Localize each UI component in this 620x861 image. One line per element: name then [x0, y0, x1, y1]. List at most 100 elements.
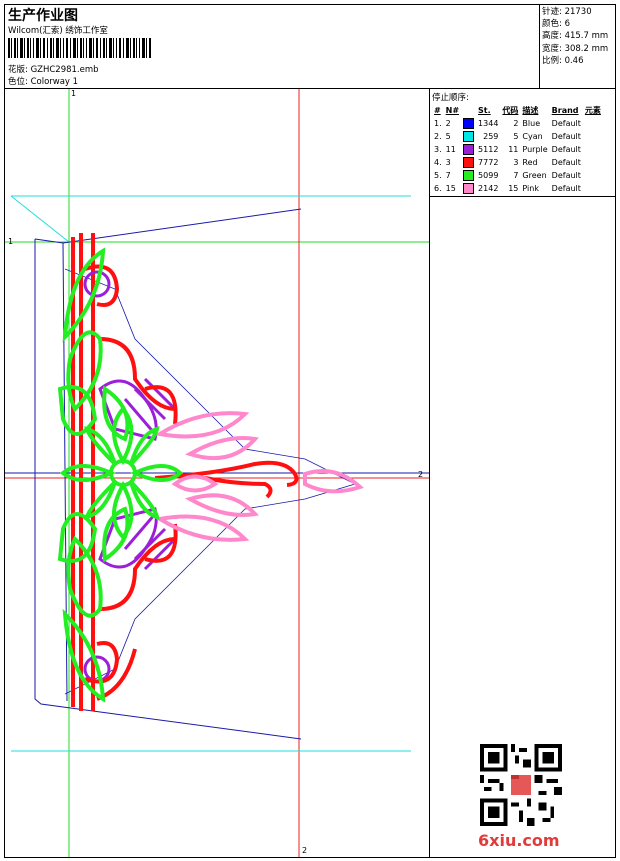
- design-width: 宽度: 308.2 mm: [542, 43, 609, 54]
- stitch-count: 针迹: 21730: [542, 7, 592, 17]
- col-stitches: St.: [478, 106, 491, 115]
- row-stitches: 2142: [478, 184, 499, 193]
- row-swatch: [461, 117, 476, 130]
- row-needle: 15: [445, 184, 456, 193]
- row-description: Blue: [522, 119, 541, 128]
- guide-cyan-diagonal: [10, 195, 70, 243]
- qr-code-icon: [480, 744, 562, 826]
- row-swatch: [461, 182, 476, 195]
- row-stitches: 259: [483, 132, 499, 141]
- row-brand: Default: [551, 158, 581, 167]
- design-scale: 比例: 0.46: [542, 55, 584, 66]
- color-table: # N# St. 代码 描述 Brand 元素 1. 2 1344 2 Blue Defa…: [432, 104, 603, 195]
- studio-name: Wilcom(汇索) 绣饰工作室: [8, 26, 108, 36]
- row-needle: 11: [445, 145, 456, 154]
- row-needle: 7: [445, 171, 451, 180]
- row-description: Red: [522, 158, 538, 167]
- row-description: Purple: [522, 145, 548, 154]
- green-leaves: [57, 247, 183, 703]
- row-description: Cyan: [522, 132, 543, 141]
- design-canvas: 1 1 2 2: [5, 89, 430, 857]
- page-title: 生产作业图: [8, 8, 78, 24]
- watermark-text: 6xiu.com: [478, 831, 560, 850]
- row-index: 4.: [434, 158, 442, 167]
- row-index: 5.: [434, 171, 442, 180]
- row-element: [583, 169, 603, 182]
- row-code: 5: [513, 132, 519, 141]
- color-swatch: [463, 118, 475, 129]
- axis-label-right: 2: [418, 470, 424, 479]
- color-swatch: [463, 170, 475, 181]
- row-swatch: [461, 130, 476, 143]
- axis-label-top: 1: [71, 89, 77, 98]
- col-swatch: [461, 104, 476, 117]
- row-index: 3.: [434, 145, 442, 154]
- col-brand: Brand: [551, 106, 579, 115]
- row-description: Green: [522, 171, 547, 180]
- row-code: 11: [508, 145, 519, 154]
- row-code: 3: [513, 158, 519, 167]
- col-element: 元素: [584, 106, 601, 115]
- axis-label-bottom: 2: [302, 846, 308, 855]
- row-element: [583, 130, 603, 143]
- color-swatch: [463, 183, 475, 194]
- col-description: 描述: [522, 106, 539, 115]
- color-swatch: [463, 131, 475, 142]
- row-brand: Default: [551, 171, 581, 180]
- red-bar-2: [79, 233, 83, 711]
- color-row: 1. 2 1344 2 Blue Default: [432, 117, 603, 130]
- color-row: 6. 15 2142 15 Pink Default: [432, 182, 603, 195]
- row-needle: 3: [445, 158, 451, 167]
- color-row: 4. 3 7772 3 Red Default: [432, 156, 603, 169]
- row-element: [583, 117, 603, 130]
- row-description: Pink: [522, 184, 539, 193]
- col-code: 代码: [502, 106, 519, 115]
- row-stitches: 1344: [478, 119, 499, 128]
- row-swatch: [461, 156, 476, 169]
- row-code: 7: [513, 171, 519, 180]
- row-element: [583, 156, 603, 169]
- design-height: 高度: 415.7 mm: [542, 31, 609, 42]
- row-element: [583, 143, 603, 156]
- row-stitches: 7772: [478, 158, 499, 167]
- row-needle: 5: [445, 132, 451, 141]
- color-count: 颜色: 6: [542, 19, 570, 30]
- row-brand: Default: [551, 145, 581, 154]
- color-sequence-panel: 停止顺序: # N# St. 代码 描述 Brand 元素 1. 2 1344 2 Bl…: [430, 89, 615, 857]
- colorway-label: 色位: Colorway 1: [8, 77, 79, 87]
- embroidery-preview: [5, 89, 429, 857]
- stats-panel: 针迹: 21730 颜色: 6 高度: 415.7 mm 宽度: 308.2 m…: [540, 5, 615, 89]
- sidebar-divider: [430, 196, 615, 197]
- color-row: 5. 7 5099 7 Green Default: [432, 169, 603, 182]
- row-index: 2.: [434, 132, 442, 141]
- row-code: 2: [513, 119, 519, 128]
- row-index: 1.: [434, 119, 442, 128]
- row-brand: Default: [551, 119, 581, 128]
- row-stitches: 5112: [478, 145, 499, 154]
- color-row: 2. 5 259 5 Cyan Default: [432, 130, 603, 143]
- stop-sequence-heading: 停止顺序:: [432, 93, 469, 103]
- row-brand: Default: [551, 184, 581, 193]
- row-brand: Default: [551, 132, 581, 141]
- row-index: 6.: [434, 184, 442, 193]
- row-needle: 2: [445, 119, 451, 128]
- production-worksheet: 生产作业图 Wilcom(汇索) 绣饰工作室 花版: GZHC2981.emb …: [4, 4, 616, 858]
- col-needle: N#: [445, 106, 460, 115]
- red-bar-3: [91, 233, 95, 711]
- col-index: #: [434, 106, 441, 115]
- design-file-label: 花版: GZHC2981.emb: [8, 65, 99, 75]
- row-element: [583, 182, 603, 195]
- row-swatch: [461, 143, 476, 156]
- axis-label-left: 1: [8, 237, 14, 246]
- row-stitches: 5099: [478, 171, 499, 180]
- color-row: 3. 11 5112 11 Purple Default: [432, 143, 603, 156]
- row-code: 15: [508, 184, 519, 193]
- pink-petals: [154, 411, 364, 542]
- barcode-icon: [8, 38, 151, 58]
- color-swatch: [463, 157, 475, 168]
- row-swatch: [461, 169, 476, 182]
- color-table-header: # N# St. 代码 描述 Brand 元素: [432, 104, 603, 117]
- header-panel: 生产作业图 Wilcom(汇索) 绣饰工作室 花版: GZHC2981.emb …: [5, 5, 540, 89]
- color-swatch: [463, 144, 475, 155]
- red-bar-1: [71, 237, 75, 707]
